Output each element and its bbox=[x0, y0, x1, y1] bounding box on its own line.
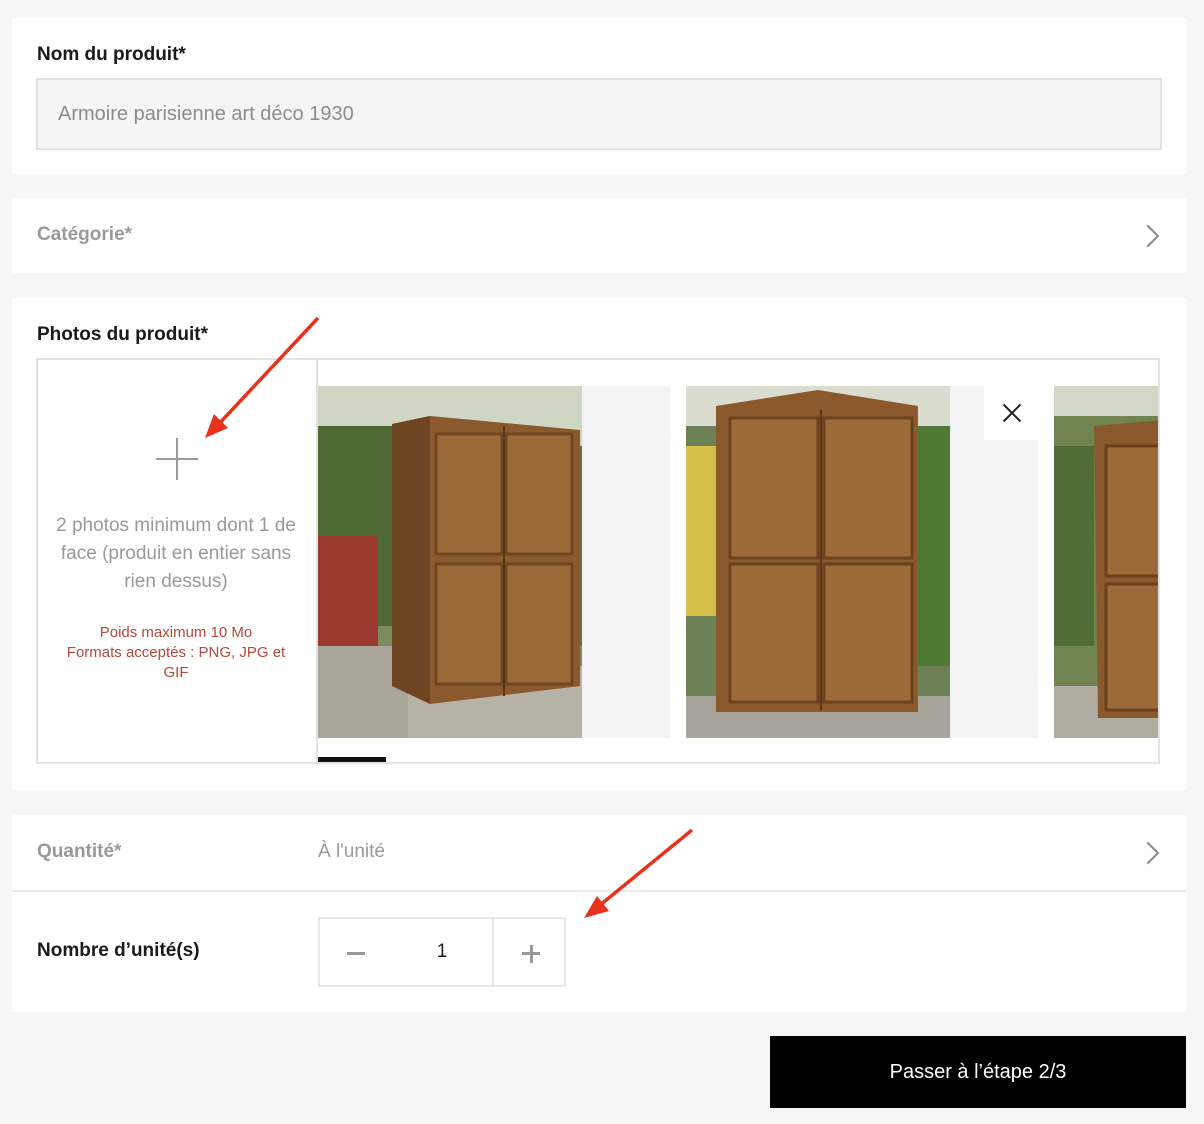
armoire-photo-front bbox=[686, 386, 950, 738]
product-name-label: Nom du produit* bbox=[37, 44, 186, 65]
upload-limit-formats: Formats acceptés : PNG, JPG et GIF bbox=[66, 644, 286, 681]
increment-button[interactable] bbox=[492, 917, 566, 987]
product-name-input[interactable] bbox=[36, 78, 1162, 150]
units-label: Nombre d’unité(s) bbox=[37, 940, 200, 961]
photos-label: Photos du produit* bbox=[37, 324, 208, 345]
photo-thumbnail[interactable] bbox=[1054, 386, 1158, 738]
category-label: Catégorie* bbox=[37, 224, 133, 245]
quantity-selector[interactable]: Quantité* À l'unité bbox=[12, 815, 1186, 892]
photo-upload-zone[interactable]: 2 photos minimum dont 1 de face (produit… bbox=[38, 360, 318, 762]
armoire-photo-partial bbox=[1054, 386, 1158, 738]
photos-carousel: 2 photos minimum dont 1 de face (produit… bbox=[36, 358, 1160, 764]
photos-section: Photos du produit* 2 photos minimum dont… bbox=[12, 298, 1186, 790]
quantity-value: À l'unité bbox=[318, 841, 386, 862]
chevron-right-icon bbox=[1136, 224, 1160, 248]
upload-limit-size: Poids maximum 10 Mo bbox=[99, 624, 253, 641]
units-stepper: 1 bbox=[318, 917, 566, 987]
armoire-photo-side bbox=[318, 386, 582, 738]
units-input[interactable]: 1 bbox=[390, 917, 494, 987]
photo-thumbnail[interactable] bbox=[318, 386, 670, 738]
chevron-right-icon bbox=[1136, 841, 1160, 865]
quantity-label: Quantité* bbox=[37, 841, 122, 862]
plus-icon bbox=[156, 438, 198, 480]
quantity-section: Quantité* À l'unité Nombre d’unité(s) 1 bbox=[12, 815, 1186, 1012]
upload-limits: Poids maximum 10 Mo Formats acceptés : P… bbox=[56, 623, 296, 683]
close-icon[interactable] bbox=[984, 386, 1038, 440]
upload-hint: 2 photos minimum dont 1 de face (produit… bbox=[56, 515, 296, 592]
category-selector[interactable]: Catégorie* bbox=[12, 198, 1186, 273]
carousel-scroll-indicator[interactable] bbox=[318, 757, 386, 762]
next-step-button[interactable]: Passer à l’étape 2/3 bbox=[770, 1036, 1186, 1108]
product-name-section: Nom du produit* bbox=[12, 18, 1186, 174]
minus-icon bbox=[347, 952, 365, 955]
decrement-button[interactable] bbox=[318, 917, 392, 987]
